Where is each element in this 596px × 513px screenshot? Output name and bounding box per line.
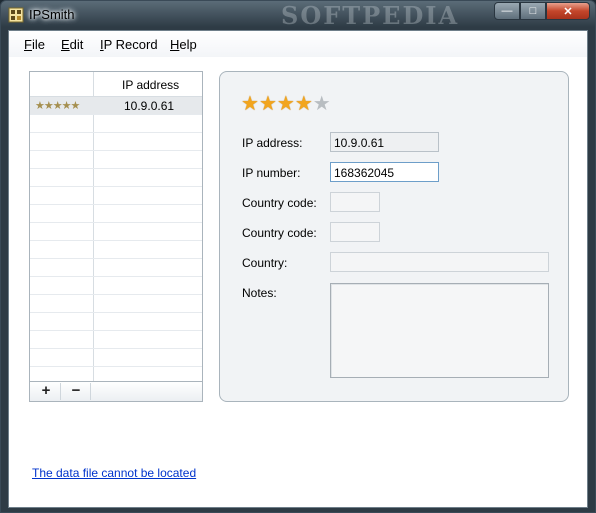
country-code-field[interactable]: [330, 192, 380, 212]
ip-number-field[interactable]: 168362045: [330, 162, 439, 182]
empty-row: [30, 295, 202, 313]
menu-file-mnemonic: F: [24, 37, 32, 52]
notes-label: Notes:: [242, 286, 277, 300]
close-button[interactable]: ✕: [546, 2, 590, 20]
menu-help[interactable]: Help: [170, 37, 197, 52]
window-title: IPSmith: [29, 7, 75, 22]
country-code-label-2: Country code:: [242, 226, 317, 240]
ip-record-list[interactable]: IP address ★★★★★ 10.9.0.61: [29, 71, 203, 402]
empty-row: [30, 223, 202, 241]
list-row[interactable]: ★★★★★ 10.9.0.61: [30, 97, 202, 115]
menu-file-label: ile: [31, 37, 45, 52]
empty-row: [30, 151, 202, 169]
menu-edit-mnemonic: E: [61, 37, 70, 52]
app-icon: [8, 7, 24, 23]
menu-help-mnemonic: H: [170, 37, 180, 52]
data-file-status-link[interactable]: The data file cannot be located: [32, 466, 196, 480]
empty-row: [30, 187, 202, 205]
rating-stars[interactable]: ★★★★★: [241, 91, 331, 116]
ip-address-label: IP address:: [242, 136, 303, 150]
menu-ip-record[interactable]: IP Record: [100, 37, 158, 52]
menu-help-label: elp: [179, 37, 197, 52]
country-code-label: Country code:: [242, 196, 317, 210]
empty-row: [30, 349, 202, 367]
country-label: Country:: [242, 256, 288, 270]
empty-row: [30, 331, 202, 349]
star-icon[interactable]: ★: [295, 93, 313, 115]
minimize-button[interactable]: —: [494, 2, 520, 20]
empty-row: [30, 259, 202, 277]
country-field[interactable]: [330, 252, 549, 272]
record-detail-panel: ★★★★★ IP address: 10.9.0.61 IP number: 1…: [219, 71, 569, 402]
row-rating-stars: ★★★★★: [35, 100, 80, 112]
menu-edit[interactable]: Edit: [61, 37, 83, 52]
country-code-field-2[interactable]: [330, 222, 380, 242]
star-icon[interactable]: ★: [313, 93, 331, 115]
ip-address-column-header[interactable]: IP address: [122, 78, 179, 92]
caption-buttons: — □ ✕: [494, 2, 590, 20]
menu-file[interactable]: File: [24, 37, 45, 52]
client-area: File Edit IP Record Help IP address ★★★★…: [8, 30, 588, 508]
menu-ip-record-label: P Record: [103, 37, 158, 52]
star-icon[interactable]: ★: [241, 93, 259, 115]
empty-row: [30, 115, 202, 133]
remove-record-button[interactable]: −: [62, 383, 91, 400]
watermark-text: SOFTPEDIA: [281, 1, 460, 30]
empty-row: [30, 205, 202, 223]
menu-bar: File Edit IP Record Help: [9, 31, 587, 57]
star-icon[interactable]: ★: [259, 93, 277, 115]
maximize-button[interactable]: □: [520, 2, 546, 20]
empty-row: [30, 241, 202, 259]
app-window: IPSmith SOFTPEDIA — □ ✕ File Edit IP Rec…: [0, 0, 596, 513]
empty-row: [30, 169, 202, 187]
ip-address-field[interactable]: 10.9.0.61: [330, 132, 439, 152]
empty-row: [30, 133, 202, 151]
notes-textarea[interactable]: [330, 283, 549, 378]
add-record-button[interactable]: +: [32, 383, 61, 400]
empty-row: [30, 313, 202, 331]
menu-edit-label: dit: [69, 37, 84, 52]
list-header: IP address: [30, 72, 202, 402]
empty-row: [30, 277, 202, 295]
title-bar[interactable]: IPSmith SOFTPEDIA — □ ✕: [1, 1, 595, 30]
star-icon[interactable]: ★: [277, 93, 295, 115]
ip-number-label: IP number:: [242, 166, 301, 180]
row-ip-address: 10.9.0.61: [124, 99, 175, 113]
list-toolbar: + −: [29, 381, 203, 402]
